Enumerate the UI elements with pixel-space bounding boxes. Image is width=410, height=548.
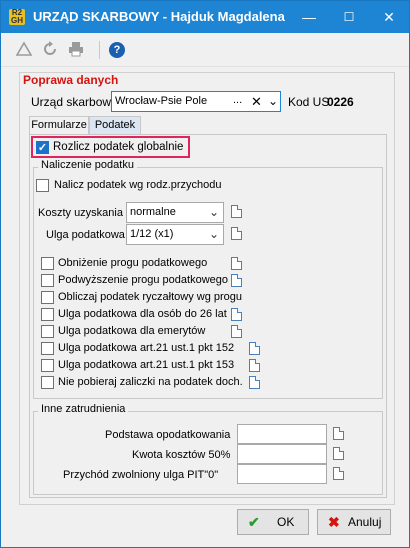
option-checkbox-6[interactable] bbox=[41, 342, 54, 355]
code-label: Kod US bbox=[288, 95, 330, 109]
koszty-select[interactable]: normalne ⌄ bbox=[126, 202, 224, 223]
document-icon[interactable] bbox=[333, 447, 344, 460]
option-label-6: Ulga podatkowa art.21 ust.1 pkt 152 bbox=[58, 342, 235, 354]
option-label-5: Ulga podatkowa dla emerytów bbox=[58, 325, 206, 337]
office-combo[interactable]: Wrocław-Psie Pole ... ✕ ⌄ bbox=[111, 91, 281, 112]
app-badge-text: R2 GH bbox=[11, 8, 23, 25]
cross-icon: ✖ bbox=[328, 514, 340, 530]
kwota-input[interactable] bbox=[237, 444, 327, 464]
option-label-4: Ulga podatkowa dla osób do 26 lat bbox=[58, 308, 227, 320]
tab-formularze[interactable]: Formularze bbox=[29, 116, 89, 134]
ok-label: OK bbox=[277, 515, 295, 529]
dialog-window: R2 GH URZĄD SKARBOWY - Hajduk Magdalena … bbox=[0, 0, 410, 548]
podstawa-input[interactable] bbox=[237, 424, 327, 444]
calc-by-income-checkbox[interactable] bbox=[36, 179, 49, 192]
option-checkbox-3[interactable] bbox=[41, 291, 54, 304]
document-icon[interactable] bbox=[231, 257, 242, 270]
przychod-input[interactable] bbox=[237, 464, 327, 484]
chevron-down-icon[interactable]: ⌄ bbox=[268, 94, 278, 108]
maximize-button[interactable]: ☐ bbox=[329, 1, 369, 33]
document-icon[interactable] bbox=[249, 342, 260, 355]
check-icon: ✔ bbox=[248, 514, 260, 530]
document-icon[interactable] bbox=[231, 274, 242, 287]
ulga-select[interactable]: 1/12 (x1) ⌄ bbox=[126, 224, 224, 245]
option-label-3: Obliczaj podatek ryczałtowy wg progu bbox=[58, 291, 243, 303]
document-icon[interactable] bbox=[333, 427, 344, 440]
document-icon[interactable] bbox=[231, 227, 242, 240]
toolbar: ? bbox=[1, 33, 409, 67]
option-checkbox-5[interactable] bbox=[41, 325, 54, 338]
office-label: Urząd skarbowy bbox=[31, 95, 118, 109]
window-title: URZĄD SKARBOWY - Hajduk Magdalena bbox=[33, 9, 285, 24]
office-value: Wrocław-Psie Pole bbox=[115, 95, 208, 107]
option-checkbox-7[interactable] bbox=[41, 359, 54, 372]
cancel-button[interactable]: ✖ Anuluj bbox=[317, 509, 391, 535]
ulga-value: 1/12 (x1) bbox=[130, 228, 174, 240]
chevron-down-icon: ⌄ bbox=[208, 205, 219, 219]
code-value: 0226 bbox=[327, 95, 354, 109]
option-checkbox-2[interactable] bbox=[41, 274, 54, 287]
option-checkbox-8[interactable] bbox=[41, 376, 54, 389]
print-icon[interactable] bbox=[67, 41, 85, 59]
option-checkbox-1[interactable] bbox=[41, 257, 54, 270]
document-icon[interactable] bbox=[231, 205, 242, 218]
tab-podatek[interactable]: Podatek bbox=[89, 116, 141, 134]
inne-title: Inne zatrudnienia bbox=[38, 403, 129, 415]
document-icon[interactable] bbox=[231, 308, 242, 321]
refresh-icon[interactable] bbox=[41, 41, 59, 59]
app-logo-icon: R2 GH bbox=[9, 9, 25, 25]
section-title: Poprawa danych bbox=[23, 73, 119, 87]
close-button[interactable]: ✕ bbox=[369, 1, 409, 33]
chevron-down-icon: ⌄ bbox=[208, 227, 219, 241]
help-icon[interactable]: ? bbox=[109, 42, 125, 58]
toolbar-separator bbox=[99, 41, 100, 59]
koszty-value: normalne bbox=[130, 206, 176, 218]
option-checkbox-4[interactable] bbox=[41, 308, 54, 321]
field-label-przychod: Przychód zwolniony ulga PIT"0" bbox=[63, 469, 219, 481]
global-tax-checkbox[interactable]: ✓ bbox=[36, 141, 49, 154]
option-label-1: Obniżenie progu podatkowego bbox=[58, 257, 208, 269]
option-label-8: Nie pobieraj zaliczki na podatek doch. bbox=[58, 376, 243, 388]
koszty-label: Koszty uzyskania bbox=[38, 207, 123, 219]
field-label-kwota: Kwota kosztów 50% bbox=[132, 449, 231, 461]
field-label-podstawa: Podstawa opodatkowania bbox=[105, 429, 231, 441]
calc-by-income-label: Nalicz podatek wg rodz.przychodu bbox=[54, 179, 222, 191]
cancel-label: Anuluj bbox=[348, 515, 382, 529]
title-bar[interactable]: R2 GH URZĄD SKARBOWY - Hajduk Magdalena … bbox=[1, 1, 409, 33]
minimize-button[interactable]: — bbox=[289, 1, 329, 33]
clear-icon[interactable]: ✕ bbox=[251, 94, 262, 110]
document-icon[interactable] bbox=[333, 467, 344, 480]
ulga-label: Ulga podatkowa bbox=[46, 229, 125, 241]
document-icon[interactable] bbox=[231, 325, 242, 338]
browse-button[interactable]: ... bbox=[233, 94, 242, 106]
document-icon[interactable] bbox=[249, 376, 260, 389]
global-tax-label: Rozlicz podatek globalnie bbox=[53, 141, 184, 153]
option-label-2: Podwyższenie progu podatkowego bbox=[58, 274, 229, 286]
naliczenie-title: Naliczenie podatku bbox=[38, 159, 137, 171]
document-icon[interactable] bbox=[249, 359, 260, 372]
option-label-7: Ulga podatkowa art.21 ust.1 pkt 153 bbox=[58, 359, 235, 371]
ok-button[interactable]: ✔ OK bbox=[237, 509, 309, 535]
warning-icon[interactable] bbox=[15, 41, 33, 59]
